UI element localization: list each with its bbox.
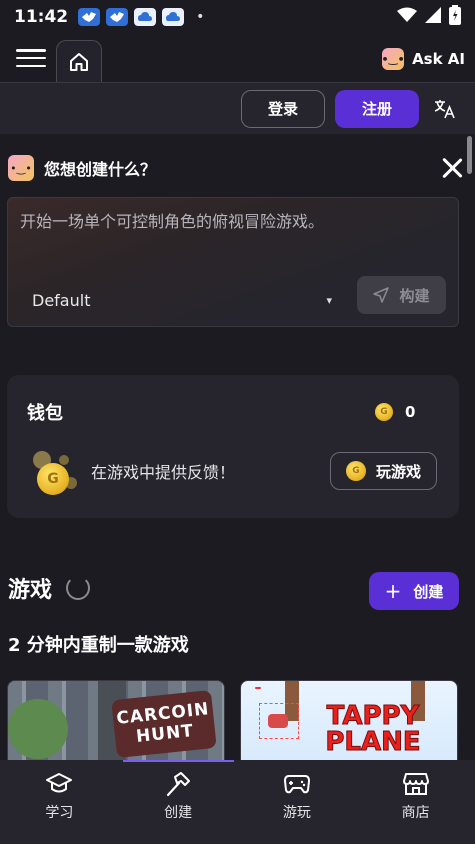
prompt-placeholder: 开始一场单个可控制角色的俯视冒险游戏。	[20, 212, 325, 231]
cloud-app-icon	[162, 8, 185, 26]
wallet-title: 钱包	[27, 403, 63, 424]
hammer-icon	[164, 772, 192, 797]
play-game-label: 玩游戏	[375, 462, 421, 481]
nav-label: 学习	[45, 805, 74, 821]
graduation-cap-icon	[45, 772, 73, 796]
nav-item-learn[interactable]: 学习	[0, 760, 119, 844]
auth-header: 登录 注册	[0, 82, 475, 134]
game-logo: TAPPY PLANE	[313, 701, 433, 757]
card-tag	[255, 687, 261, 689]
wallet-card: 钱包 G 0 G 在游戏中提供反馈！ G 玩游戏	[7, 375, 459, 518]
bottom-nav: 学习 创建 游玩 商店	[0, 760, 475, 844]
send-icon	[373, 287, 390, 303]
bird-app-icon	[106, 8, 129, 26]
prompt-title: 您想创建什么？	[44, 160, 157, 179]
bird-app-icon	[78, 8, 101, 26]
ask-ai-button[interactable]: •‿• Ask AI	[381, 48, 465, 70]
home-tab[interactable]	[56, 40, 102, 82]
build-button-label: 构建	[399, 286, 430, 305]
battery-icon	[449, 5, 461, 29]
robot-icon: •‿•	[8, 155, 34, 181]
plus-icon: +	[384, 579, 402, 603]
signal-icon	[425, 7, 441, 27]
coins-illustration-icon: G	[33, 447, 83, 497]
park-shape	[8, 699, 68, 759]
game-logo-line: TAPPY	[326, 701, 420, 731]
wallet-balance: G 0	[375, 403, 415, 421]
model-select-value: Default	[32, 290, 91, 310]
store-icon	[402, 772, 430, 796]
build-button[interactable]: 构建	[357, 276, 446, 314]
coin-icon: G	[345, 461, 366, 481]
nav-item-play[interactable]: 游玩	[238, 760, 357, 844]
status-time: 11:42	[14, 7, 69, 27]
status-bar: 11:42 •	[0, 0, 475, 34]
model-select[interactable]: Default ▾	[32, 286, 332, 314]
ask-ai-label: Ask AI	[412, 50, 465, 68]
translate-icon[interactable]	[429, 93, 461, 125]
games-header: 游戏	[8, 572, 91, 604]
cloud-app-icon	[134, 8, 157, 26]
hamburger-menu-icon[interactable]	[16, 46, 46, 70]
main-content: •‿• 您想创建什么？ 开始一场单个可控制角色的俯视冒险游戏。 Default …	[0, 134, 475, 760]
remake-section-title: 2 分钟内重制一款游戏	[8, 635, 189, 656]
nav-item-store[interactable]: 商店	[356, 760, 475, 844]
nav-label: 商店	[401, 805, 430, 821]
prompt-header: •‿• 您想创建什么？	[8, 154, 463, 182]
notification-dot: •	[196, 9, 205, 25]
gamepad-icon	[283, 772, 311, 796]
game-card-carcoin-hunt[interactable]: CARCOIN HUNT	[7, 680, 225, 760]
top-bar: •‿• Ask AI	[0, 34, 475, 82]
login-button[interactable]: 登录	[241, 89, 325, 128]
wallet-message: 在游戏中提供反馈！	[91, 463, 236, 482]
wifi-icon	[397, 7, 417, 27]
game-logo: CARCOIN HUNT	[111, 689, 217, 759]
chevron-down-icon: ▾	[326, 293, 332, 307]
plane-icon	[259, 703, 299, 739]
robot-icon: •‿•	[381, 48, 405, 70]
game-logo-line: PLANE	[325, 727, 421, 757]
game-card-tappy-plane[interactable]: TAPPY PLANE	[240, 680, 458, 760]
refresh-icon[interactable]	[66, 576, 91, 600]
nav-item-create[interactable]: 创建	[119, 760, 238, 844]
create-game-button[interactable]: + 创建	[369, 572, 459, 610]
create-game-label: 创建	[413, 582, 444, 601]
signup-button[interactable]: 注册	[335, 89, 419, 128]
prompt-input[interactable]: 开始一场单个可控制角色的俯视冒险游戏。 Default ▾ 构建	[7, 197, 459, 327]
close-icon[interactable]	[441, 157, 463, 179]
games-title: 游戏	[8, 578, 53, 603]
play-game-button[interactable]: G 玩游戏	[330, 452, 437, 490]
wallet-balance-value: 0	[405, 403, 416, 421]
coin-icon: G	[375, 403, 393, 421]
nav-label: 游玩	[282, 805, 311, 821]
home-icon	[70, 52, 88, 71]
nav-label: 创建	[164, 805, 193, 821]
